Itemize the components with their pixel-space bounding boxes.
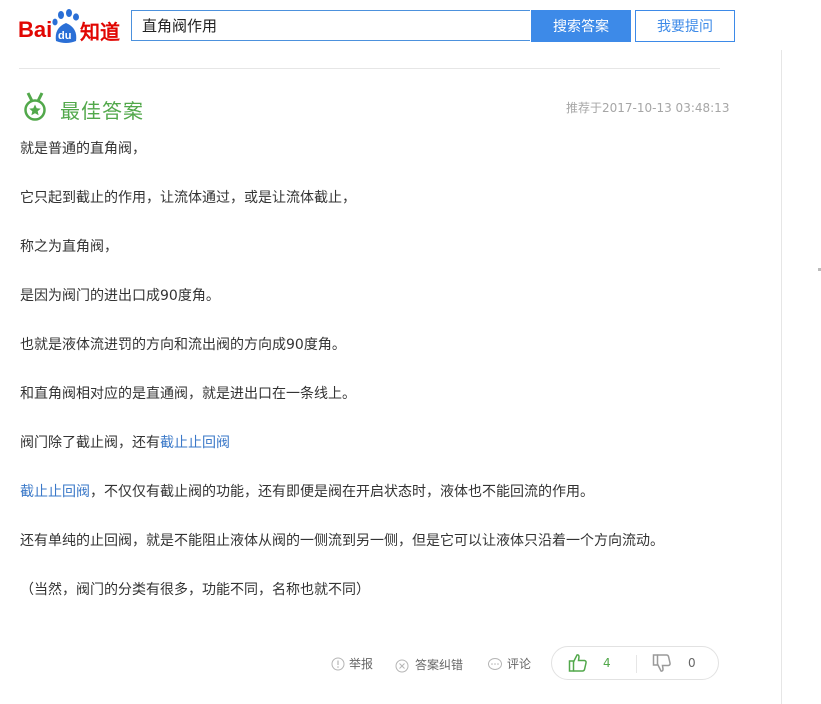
search-answer-button[interactable]: 搜索答案	[531, 10, 631, 42]
answer-paragraph: 阀门除了截止阀，还有截止止回阀	[20, 429, 720, 458]
vote-separator	[636, 655, 637, 673]
search-input[interactable]	[131, 10, 530, 41]
ask-question-button[interactable]: 我要提问	[635, 10, 735, 42]
paragraph-text: 阀门除了截止阀，还有	[20, 435, 160, 451]
answer-paragraph: 它只起到截止的作用，让流体通过，或是让流体截止，	[20, 190, 356, 206]
thumbs-up-icon	[568, 654, 587, 672]
comment-icon	[488, 657, 502, 670]
baidu-zhidao-logo[interactable]: Bai du 知道	[18, 8, 124, 48]
downvote-count: 0	[688, 656, 696, 670]
answer-paragraph: 和直角阀相对应的是直通阀，就是进出口在一条线上。	[20, 386, 356, 402]
answer-paragraph: 还有单纯的止回阀，就是不能阻止液体从阀的一侧流到另一侧，但是它可以让液体只沿着一…	[20, 533, 664, 549]
comment-label: 评论	[507, 657, 532, 671]
vote-box: 4 0	[551, 646, 719, 680]
top-header: Bai du 知道 搜索答案 我要提问	[0, 0, 821, 60]
recommend-timestamp: 推荐于2017-10-13 03:48:13	[566, 101, 730, 115]
report-icon	[331, 657, 345, 670]
best-answer-title: 最佳答案	[60, 99, 144, 123]
answer-paragraph: （当然，阀门的分类有很多，功能不同，名称也就不同）	[20, 582, 370, 598]
answer-correction-button[interactable]: 答案纠错	[395, 655, 463, 673]
thumbs-down-button[interactable]	[652, 653, 672, 677]
logo-text-du: du	[58, 30, 71, 42]
answer-content: 就是普通的直角阀， 它只起到截止的作用，让流体通过，或是让流体截止， 称之为直角…	[20, 135, 720, 625]
check-stop-valve-link[interactable]: 截止止回阀	[160, 435, 230, 451]
thumbs-down-icon	[652, 654, 671, 672]
best-answer-medal-icon	[23, 92, 47, 122]
header-divider	[19, 68, 720, 69]
report-button[interactable]: 举报	[331, 655, 373, 672]
check-stop-valve-link[interactable]: 截止止回阀	[20, 484, 90, 500]
answer-paragraph: 称之为直角阀，	[20, 239, 118, 255]
paragraph-text: ，不仅仅有截止阀的功能，还有即便是阀在开启状态时，液体也不能回流的作用。	[90, 484, 594, 500]
answer-paragraph: 也就是液体流进罚的方向和流出阀的方向成90度角。	[20, 337, 346, 353]
answer-paragraph: 是因为阀门的进出口成90度角。	[20, 288, 220, 304]
correction-label: 答案纠错	[415, 657, 464, 672]
logo-text-bai: Bai	[18, 17, 52, 42]
thumbs-up-button[interactable]	[568, 653, 588, 677]
answer-paragraph: 就是普通的直角阀，	[20, 141, 146, 157]
right-panel-border	[781, 50, 782, 704]
answer-paragraph: 截止止回阀，不仅仅有截止阀的功能，还有即便是阀在开启状态时，液体也不能回流的作用…	[20, 478, 720, 507]
logo-text-zhidao: 知道	[80, 20, 120, 44]
comment-button[interactable]: 评论	[487, 655, 531, 672]
report-label: 举报	[349, 657, 374, 671]
correction-icon	[395, 659, 409, 673]
upvote-count: 4	[603, 656, 611, 670]
